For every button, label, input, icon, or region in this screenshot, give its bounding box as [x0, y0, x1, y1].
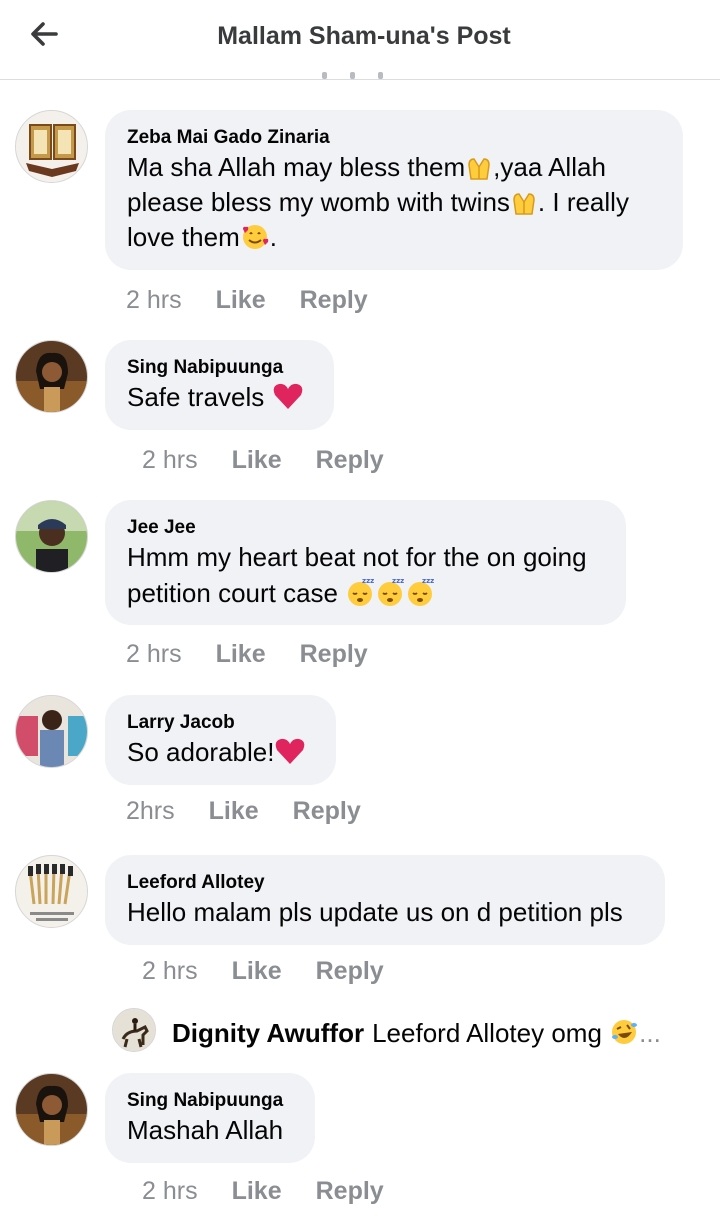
comment-timestamp: 2 hrs — [142, 446, 198, 474]
post-header: Mallam Sham-una's Post — [0, 0, 720, 80]
profile-photo-icon — [16, 696, 87, 767]
comment-timestamp: 2 hrs — [126, 640, 182, 668]
smiling-face-with-hearts-emoji-icon — [242, 225, 268, 249]
praying-hands-emoji-icon — [513, 193, 535, 215]
comment-actions: 2 hrs Like Reply — [126, 640, 368, 669]
comment-timestamp: 2 hrs — [126, 286, 182, 314]
like-button[interactable]: Like — [216, 640, 266, 669]
avatar[interactable] — [15, 340, 88, 413]
like-button[interactable]: Like — [216, 286, 266, 315]
comment-actions: 2hrs Like Reply — [126, 797, 361, 826]
avatar[interactable] — [15, 1073, 88, 1146]
like-button[interactable]: Like — [232, 957, 282, 986]
comment-author[interactable]: Zeba Mai Gado Zinaria — [127, 126, 661, 150]
reply-author[interactable]: Dignity Awuffor — [172, 1018, 364, 1048]
quran-book-icon — [16, 111, 87, 182]
comment-actions: 2 hrs Like Reply — [126, 286, 368, 315]
clipped-previous-reply — [300, 70, 420, 82]
comment-text: Safe travels — [127, 380, 312, 415]
comment-text: So adorable! — [127, 735, 314, 770]
reply-body: Leeford Allotey omg — [372, 1018, 602, 1048]
horse-rider-icon — [113, 1009, 155, 1051]
like-button[interactable]: Like — [209, 797, 259, 826]
comment-text: Mashah Allah — [127, 1115, 284, 1145]
like-button[interactable]: Like — [232, 1177, 282, 1206]
comment-actions: 2 hrs Like Reply — [142, 1177, 384, 1206]
reply-button[interactable]: Reply — [316, 446, 384, 475]
page-title: Mallam Sham-una's Post — [217, 22, 511, 50]
comment-bubble: Zeba Mai Gado Zinaria Ma sha Allah may b… — [105, 110, 683, 270]
reply-preview-text: Dignity Awuffor Leeford Allotey omg ... — [172, 1017, 661, 1049]
comment-text: Hello malam pls update us on d petition … — [127, 897, 623, 927]
praying-hands-emoji-icon — [468, 158, 490, 180]
comment-actions: 2 hrs Like Reply — [142, 446, 384, 475]
reply-button[interactable]: Reply — [316, 1177, 384, 1206]
red-heart-emoji-icon — [276, 738, 305, 764]
comment-timestamp: 2 hrs — [142, 1177, 198, 1205]
comment-author[interactable]: Sing Nabipuunga — [127, 356, 312, 380]
profile-photo-icon — [16, 341, 87, 412]
comment-text: Hmm my heart beat not for the on going p… — [127, 542, 587, 608]
avatar[interactable] — [112, 1008, 156, 1052]
profile-photo-icon — [16, 501, 87, 572]
reply-button[interactable]: Reply — [316, 957, 384, 986]
profile-photo-icon — [16, 1074, 87, 1145]
truncation-ellipsis: ... — [639, 1018, 661, 1048]
comment-bubble: Leeford Allotey Hello malam pls update u… — [105, 855, 665, 945]
svg-text:zzz: zzz — [362, 577, 374, 585]
red-heart-emoji-icon — [273, 383, 302, 409]
sleeping-face-emoji-icon: zzz — [378, 577, 404, 606]
avatar[interactable] — [15, 500, 88, 573]
comment-author[interactable]: Larry Jacob — [127, 711, 314, 735]
comment-bubble: Sing Nabipuunga Safe travels — [105, 340, 334, 430]
reply-button[interactable]: Reply — [300, 286, 368, 315]
comment-text: Ma sha Allah may bless them ,yaa Allah pl… — [127, 152, 629, 252]
reply-button[interactable]: Reply — [300, 640, 368, 669]
svg-text:zzz: zzz — [392, 577, 404, 585]
like-button[interactable]: Like — [232, 446, 282, 475]
reply-button[interactable]: Reply — [293, 797, 361, 826]
avatar[interactable] — [15, 110, 88, 183]
comment-bubble: Jee Jee Hmm my heart beat not for the on… — [105, 500, 626, 625]
reply-preview[interactable]: Dignity Awuffor Leeford Allotey omg ... — [112, 1005, 712, 1057]
comment-timestamp: 2 hrs — [142, 957, 198, 985]
comment-actions: 2 hrs Like Reply — [142, 957, 384, 986]
sleeping-face-emoji-icon: zzz — [408, 577, 434, 606]
comment-bubble: Larry Jacob So adorable! — [105, 695, 336, 785]
comment-timestamp: 2hrs — [126, 797, 175, 825]
svg-text:zzz: zzz — [422, 577, 434, 585]
comment-author[interactable]: Sing Nabipuunga — [127, 1089, 293, 1113]
avatar[interactable] — [15, 695, 88, 768]
comment-author[interactable]: Jee Jee — [127, 516, 604, 540]
rolling-laughing-emoji-icon — [612, 1020, 638, 1044]
avatar[interactable] — [15, 855, 88, 928]
sleeping-face-emoji-icon: zzz — [348, 577, 374, 606]
makeup-brushes-icon — [16, 856, 87, 927]
comment-bubble: Sing Nabipuunga Mashah Allah — [105, 1073, 315, 1163]
comment-author[interactable]: Leeford Allotey — [127, 871, 643, 895]
